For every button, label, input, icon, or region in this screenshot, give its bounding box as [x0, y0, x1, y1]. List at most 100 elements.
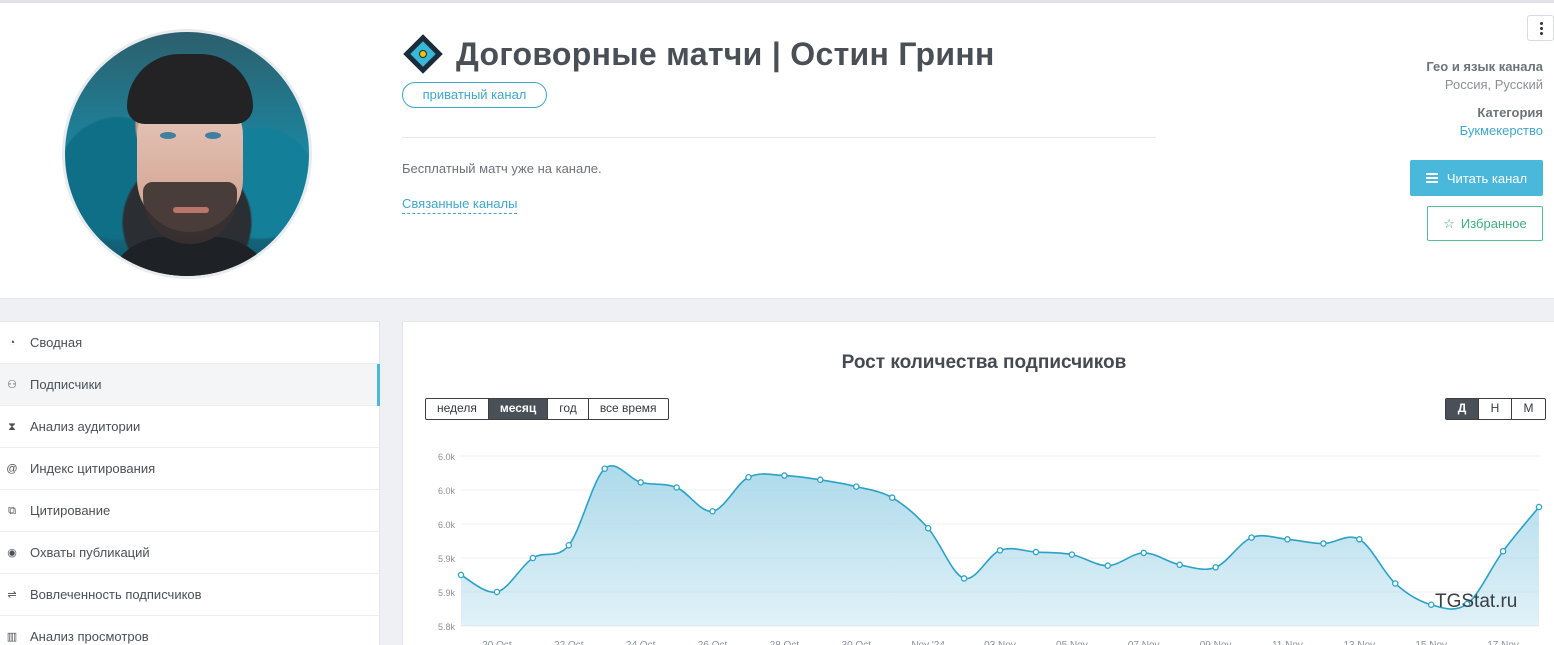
x-tick-label: 03 Nov: [984, 640, 1016, 645]
divider: [402, 137, 1156, 138]
sidebar-item-label: Сводная: [30, 335, 83, 350]
sidebar-item-subscribers[interactable]: ⚇ Подписчики: [0, 364, 380, 406]
data-point[interactable]: [493, 588, 501, 596]
data-point[interactable]: [637, 479, 644, 486]
data-point[interactable]: [709, 508, 716, 515]
read-channel-label: Читать канал: [1446, 170, 1528, 186]
tab-month-granularity[interactable]: М: [1512, 399, 1545, 419]
data-point[interactable]: [745, 474, 752, 481]
watermark: TGStat.ru: [1435, 591, 1518, 612]
data-point[interactable]: [1032, 548, 1040, 556]
geo-info: Гео и язык канала Россия, Русский: [1426, 59, 1543, 92]
data-point[interactable]: [1068, 551, 1076, 558]
data-point[interactable]: [1212, 564, 1219, 571]
data-point[interactable]: [457, 571, 465, 579]
data-point[interactable]: [601, 465, 608, 472]
related-channels-link[interactable]: Связанные каналы: [402, 196, 518, 214]
data-point[interactable]: [960, 575, 968, 582]
x-tick-label: 09 Nov: [1200, 640, 1232, 645]
subscribers-chart-card: Рост количества подписчиков неделя месяц…: [402, 321, 1554, 645]
sidebar-item-label: Цитирование: [30, 503, 111, 518]
y-tick-label: 5.9k: [438, 588, 456, 598]
period-tabs: неделя месяц год все время: [425, 398, 669, 420]
sidebar-item-audience[interactable]: ⧗ Анализ аудитории: [0, 406, 379, 448]
x-tick-label: 26 Oct: [698, 640, 728, 645]
geo-label: Гео и язык канала: [1426, 59, 1543, 74]
data-point[interactable]: [1140, 549, 1147, 557]
data-point[interactable]: [1320, 540, 1327, 547]
data-point[interactable]: [529, 554, 537, 562]
sidebar-item-citation-index[interactable]: @ Индекс цитирования: [0, 448, 379, 490]
sidebar-item-views[interactable]: ▥ Анализ просмотров: [0, 616, 379, 645]
y-tick-label: 5.8k: [438, 622, 456, 632]
data-point[interactable]: [1356, 536, 1363, 543]
sidebar-item-summary[interactable]: ◔ Сводная: [0, 322, 379, 364]
sidebar-item-engagement[interactable]: ⇌ Вовлеченность подписчиков: [0, 574, 379, 616]
granularity-tabs: Д Н М: [1445, 398, 1546, 420]
quote-icon: ⧉: [8, 504, 16, 517]
hourglass-icon: ⧗: [8, 420, 16, 433]
tab-year[interactable]: год: [548, 399, 589, 419]
sidebar-item-label: Вовлеченность подписчиков: [30, 587, 202, 602]
sidebar-item-citations[interactable]: ⧉ Цитирование: [0, 490, 379, 532]
tab-day[interactable]: Д: [1446, 399, 1479, 419]
data-point[interactable]: [565, 542, 573, 549]
sidebar-item-reach[interactable]: ◉ Охваты публикаций: [0, 532, 379, 574]
data-point[interactable]: [1104, 562, 1112, 569]
favorite-button[interactable]: ☆ Избранное: [1427, 206, 1543, 241]
favorite-label: Избранное: [1460, 216, 1527, 231]
data-point[interactable]: [1248, 534, 1255, 541]
data-point[interactable]: [673, 484, 680, 491]
sidebar-item-label: Подписчики: [30, 377, 102, 392]
stack-icon: [1425, 173, 1438, 183]
y-tick-label: 6.0k: [438, 452, 456, 462]
x-tick-label: 11 Nov: [1272, 640, 1303, 645]
data-point[interactable]: [924, 525, 932, 532]
title-row: Договорные матчи | Остин Гринн: [403, 34, 995, 74]
x-tick-label: 17 Nov: [1487, 640, 1519, 645]
tab-week-granularity[interactable]: Н: [1479, 399, 1512, 419]
data-point[interactable]: [888, 494, 896, 501]
x-tick-label: 22 Oct: [554, 640, 584, 645]
sidebar-item-label: Анализ аудитории: [30, 419, 141, 434]
users-icon: ⚇: [7, 378, 17, 391]
x-tick-label: Nov '24: [911, 640, 945, 645]
y-tick-label: 6.0k: [438, 520, 456, 530]
y-tick-label: 6.0k: [438, 486, 456, 496]
data-point[interactable]: [853, 483, 860, 490]
x-tick-label: 13 Nov: [1343, 640, 1375, 645]
channel-header: Договорные матчи | Остин Гринн приватный…: [0, 3, 1554, 299]
tab-week[interactable]: неделя: [426, 399, 489, 419]
more-options-button[interactable]: [1527, 15, 1554, 41]
category-info: Категория Букмекерство: [1460, 105, 1543, 138]
sidebar-item-label: Охваты публикаций: [30, 545, 150, 560]
tab-month[interactable]: месяц: [488, 399, 549, 419]
bar-chart-icon: ▥: [6, 630, 18, 643]
data-point[interactable]: [817, 476, 824, 484]
data-point[interactable]: [1284, 536, 1291, 543]
handshake-icon: ⇌: [7, 588, 17, 601]
x-tick-label: 20 Oct: [482, 640, 512, 645]
star-icon: ☆: [1443, 215, 1455, 231]
data-point[interactable]: [1535, 503, 1543, 511]
channel-logo-icon: [403, 34, 443, 74]
category-link[interactable]: Букмекерство: [1460, 123, 1543, 138]
page-title: Договорные матчи | Остин Гринн: [456, 35, 995, 72]
data-point[interactable]: [1176, 561, 1183, 569]
data-point[interactable]: [1427, 601, 1435, 608]
geo-value: Россия, Русский: [1444, 77, 1543, 92]
data-point[interactable]: [1392, 580, 1399, 587]
data-point[interactable]: [996, 547, 1004, 554]
category-label: Категория: [1477, 105, 1543, 120]
x-tick-label: 24 Oct: [626, 640, 656, 645]
tab-all-time[interactable]: все время: [589, 399, 668, 419]
y-tick-label: 5.9k: [438, 554, 456, 564]
x-tick-label: 15 Nov: [1415, 640, 1447, 645]
sidebar-item-label: Анализ просмотров: [30, 629, 149, 644]
data-point[interactable]: [781, 472, 788, 479]
x-tick-label: 07 Nov: [1128, 640, 1160, 645]
data-point[interactable]: [1499, 547, 1507, 555]
x-tick-label: 28 Oct: [770, 640, 800, 645]
dashboard-icon: ◔: [8, 336, 16, 349]
read-channel-button[interactable]: Читать канал: [1410, 160, 1543, 196]
